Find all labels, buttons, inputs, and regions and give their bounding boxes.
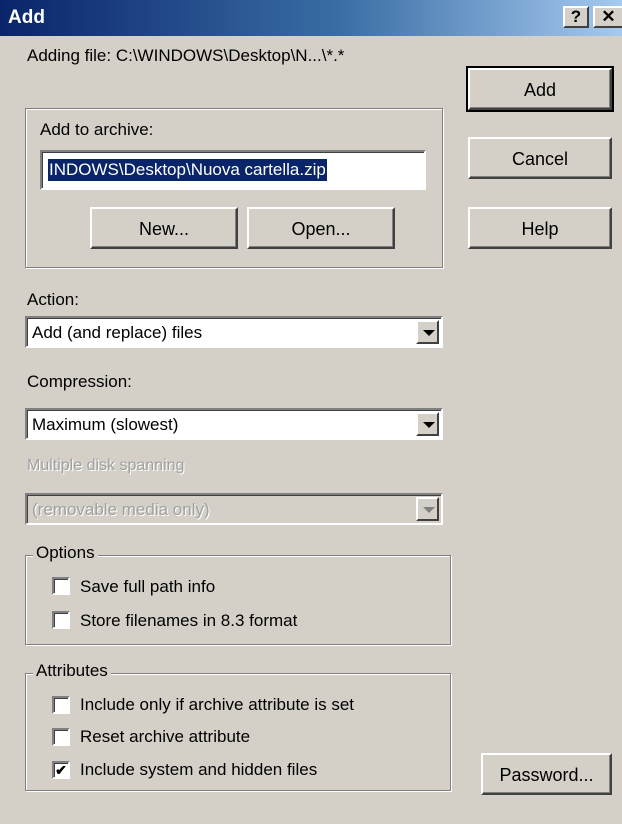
password-button[interactable]: Password...: [481, 753, 612, 795]
archive-attr-checkbox[interactable]: [52, 696, 70, 714]
open-button[interactable]: Open...: [247, 207, 395, 249]
action-dropdown-button[interactable]: [416, 320, 439, 344]
close-icon[interactable]: ✕: [593, 6, 622, 28]
attributes-legend: Attributes: [33, 661, 111, 681]
add-button-label: Add: [523, 80, 557, 100]
archive-path-field[interactable]: INDOWS\Desktop\Nuova cartella.zip: [40, 150, 426, 190]
chevron-down-icon: [423, 507, 435, 513]
new-button-label: New...: [138, 219, 190, 239]
open-button-label: Open...: [291, 219, 351, 239]
reset-archive-checkbox[interactable]: [52, 728, 70, 746]
chevron-down-icon: [423, 422, 435, 428]
compression-select[interactable]: Maximum (slowest): [25, 408, 443, 440]
system-hidden-checkbox[interactable]: ✔: [52, 761, 70, 779]
cancel-button-label: Cancel: [511, 149, 569, 169]
new-button[interactable]: New...: [90, 207, 238, 249]
action-select[interactable]: Add (and replace) files: [25, 316, 443, 348]
system-hidden-label[interactable]: Include system and hidden files: [80, 760, 317, 780]
add-button[interactable]: Add: [466, 66, 614, 112]
options-group: [25, 555, 451, 645]
disk-spanning-selected: (removable media only): [32, 500, 210, 519]
disk-spanning-dropdown-button: [416, 497, 439, 521]
compression-dropdown-button[interactable]: [416, 412, 439, 436]
save-full-path-checkbox[interactable]: [52, 577, 70, 595]
help-button[interactable]: Help: [468, 207, 612, 249]
store-83-label[interactable]: Store filenames in 8.3 format: [80, 611, 297, 631]
help-icon[interactable]: ?: [563, 6, 589, 28]
compression-label: Compression:: [27, 372, 132, 391]
cancel-button[interactable]: Cancel: [468, 137, 612, 179]
help-button-label: Help: [521, 219, 559, 239]
options-legend: Options: [33, 543, 98, 563]
archive-path-value: INDOWS\Desktop\Nuova cartella.zip: [48, 159, 327, 181]
save-full-path-label[interactable]: Save full path info: [80, 577, 215, 597]
adding-file-label: Adding file: C:\WINDOWS\Desktop\N...\*.*: [27, 46, 345, 65]
disk-spanning-label: Multiple disk spanning: [27, 457, 185, 474]
action-label: Action:: [27, 290, 79, 309]
archive-group-label: Add to archive:: [40, 120, 154, 139]
compression-selected: Maximum (slowest): [32, 415, 179, 434]
store-83-checkbox[interactable]: [52, 611, 70, 629]
disk-spanning-select: (removable media only): [25, 493, 443, 525]
action-selected: Add (and replace) files: [32, 323, 203, 342]
password-button-label: Password...: [499, 765, 594, 785]
window-title: Add: [8, 7, 45, 28]
reset-archive-label[interactable]: Reset archive attribute: [80, 727, 250, 747]
chevron-down-icon: [423, 330, 435, 336]
title-bar: Add ? ✕: [0, 0, 622, 36]
archive-attr-label[interactable]: Include only if archive attribute is set: [80, 695, 354, 715]
